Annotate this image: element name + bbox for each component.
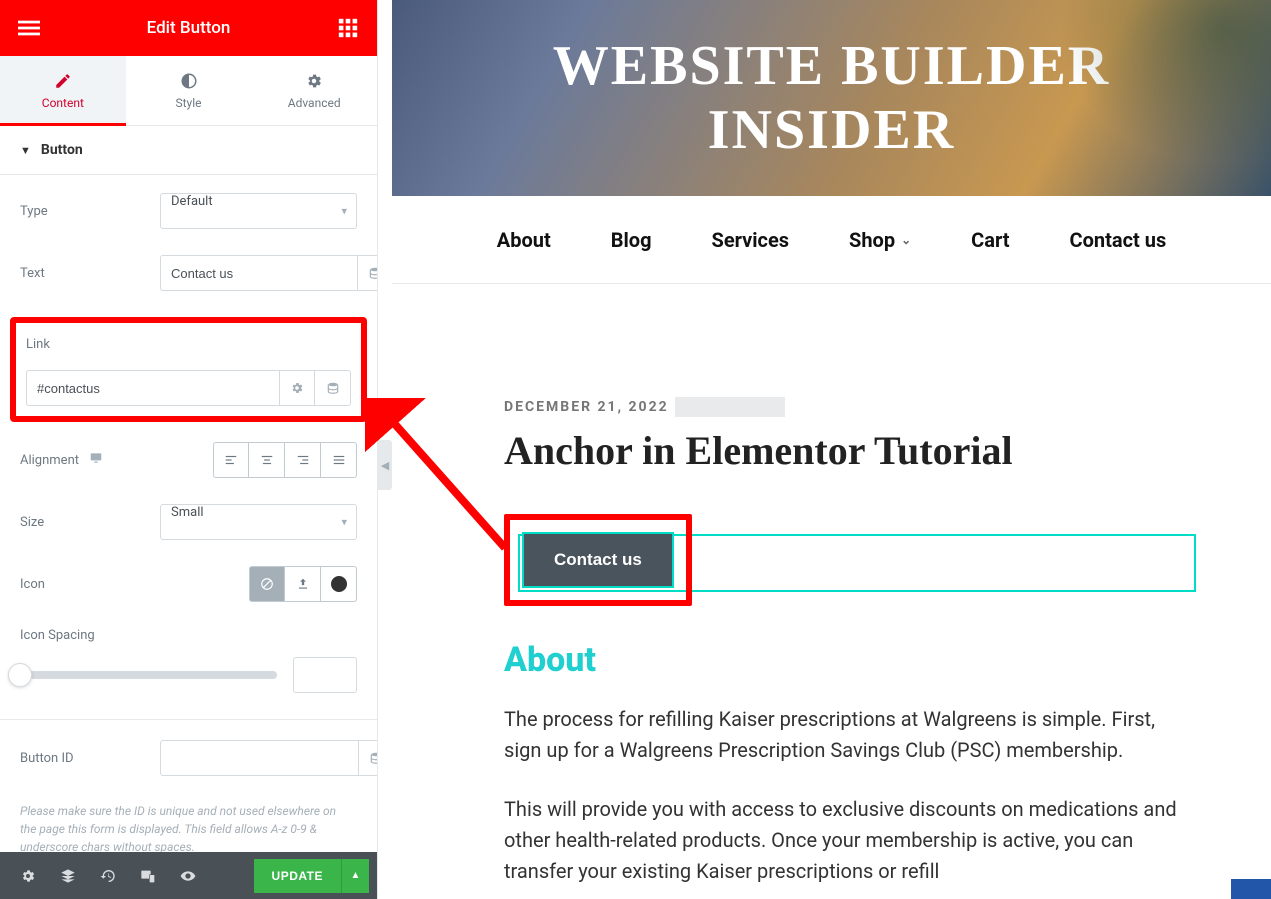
history-icon[interactable] bbox=[88, 852, 128, 899]
navigator-icon[interactable] bbox=[48, 852, 88, 899]
nav-cart[interactable]: Cart bbox=[971, 228, 1009, 252]
control-type: Type Default bbox=[20, 193, 357, 229]
post-date: DECEMBER 21, 2022 bbox=[504, 399, 669, 415]
settings-icon[interactable] bbox=[8, 852, 48, 899]
sidebar-footer: UPDATE ▲ bbox=[0, 852, 377, 899]
hero-banner: WEBSITE BUILDER INSIDER bbox=[392, 0, 1271, 196]
dynamic-tags-icon[interactable] bbox=[357, 255, 377, 291]
nav-services[interactable]: Services bbox=[712, 228, 790, 252]
about-heading: About bbox=[504, 640, 1211, 680]
link-label: Link bbox=[26, 337, 351, 352]
nav-shop[interactable]: Shop⌄ bbox=[849, 228, 911, 252]
align-right[interactable] bbox=[285, 442, 321, 478]
controls-panel: Type Default Text Link Al bbox=[0, 175, 377, 852]
site-nav: About Blog Services Shop⌄ Cart Contact u… bbox=[392, 196, 1271, 284]
icon-spacing-number[interactable] bbox=[293, 657, 357, 693]
chevron-down-icon: ⌄ bbox=[901, 233, 911, 247]
menu-icon[interactable] bbox=[18, 17, 40, 39]
control-icon-spacing: Icon Spacing bbox=[20, 628, 357, 693]
button-annotation-highlight: Contact us bbox=[504, 514, 692, 606]
contrast-icon bbox=[180, 72, 198, 90]
sidebar-tabs: Content Style Advanced bbox=[0, 56, 377, 126]
align-justify[interactable] bbox=[321, 442, 357, 478]
paragraph-2: This will provide you with access to exc… bbox=[504, 794, 1184, 887]
tab-advanced[interactable]: Advanced bbox=[251, 56, 377, 125]
dynamic-tags-icon[interactable] bbox=[315, 370, 351, 406]
icon-library[interactable] bbox=[321, 566, 357, 602]
link-options-icon[interactable] bbox=[279, 370, 315, 406]
section-button-title[interactable]: ▼ Button bbox=[0, 126, 377, 175]
editor-sidebar: Edit Button Content Style Advanced ▼ But… bbox=[0, 0, 378, 899]
size-select[interactable]: Small bbox=[160, 504, 357, 540]
icon-upload[interactable] bbox=[285, 566, 321, 602]
tab-content[interactable]: Content bbox=[0, 56, 126, 125]
link-input[interactable] bbox=[26, 370, 279, 406]
control-alignment: Alignment bbox=[20, 442, 357, 478]
icon-spacing-slider[interactable] bbox=[20, 671, 277, 679]
preview-canvas: WEBSITE BUILDER INSIDER About Blog Servi… bbox=[392, 0, 1271, 899]
slider-thumb[interactable] bbox=[8, 663, 32, 687]
collapse-sidebar[interactable]: ◀ bbox=[378, 440, 392, 490]
pencil-icon bbox=[54, 72, 72, 90]
paragraph-1: The process for refilling Kaiser prescri… bbox=[504, 704, 1184, 766]
desktop-icon[interactable] bbox=[89, 451, 103, 469]
align-left[interactable] bbox=[213, 442, 249, 478]
update-dropdown[interactable]: ▲ bbox=[341, 859, 369, 893]
control-text: Text bbox=[20, 255, 357, 291]
control-link-highlight: Link bbox=[10, 317, 367, 422]
page-content: DECEMBER 21, 2022 Anchor in Elementor Tu… bbox=[392, 284, 1271, 887]
tab-style[interactable]: Style bbox=[126, 56, 252, 125]
sidebar-header: Edit Button bbox=[0, 0, 377, 56]
gear-icon bbox=[305, 72, 323, 90]
align-center[interactable] bbox=[249, 442, 285, 478]
control-size: Size Small bbox=[20, 504, 357, 540]
caret-down-icon: ▼ bbox=[20, 144, 31, 157]
page-heading: Anchor in Elementor Tutorial bbox=[504, 427, 1211, 474]
contact-us-button[interactable]: Contact us bbox=[524, 534, 672, 586]
sidebar-title: Edit Button bbox=[147, 18, 231, 38]
site-title: WEBSITE BUILDER INSIDER bbox=[392, 34, 1271, 162]
button-id-input[interactable] bbox=[160, 740, 358, 776]
nav-contact[interactable]: Contact us bbox=[1070, 228, 1167, 252]
text-input[interactable] bbox=[160, 255, 357, 291]
corner-widget[interactable] bbox=[1231, 879, 1271, 899]
icon-none[interactable] bbox=[249, 566, 285, 602]
control-button-id: Button ID bbox=[20, 740, 357, 776]
update-button[interactable]: UPDATE bbox=[254, 859, 341, 893]
nav-about[interactable]: About bbox=[497, 228, 551, 252]
button-id-help: Please make sure the ID is unique and no… bbox=[20, 802, 357, 852]
preview-icon[interactable] bbox=[168, 852, 208, 899]
control-icon: Icon bbox=[20, 566, 357, 602]
dynamic-tags-icon[interactable] bbox=[358, 740, 377, 776]
apps-grid-icon[interactable] bbox=[337, 17, 359, 39]
skeleton bbox=[675, 397, 785, 417]
responsive-icon[interactable] bbox=[128, 852, 168, 899]
type-select[interactable]: Default bbox=[160, 193, 357, 229]
nav-blog[interactable]: Blog bbox=[611, 228, 652, 252]
alignment-group bbox=[213, 442, 357, 478]
